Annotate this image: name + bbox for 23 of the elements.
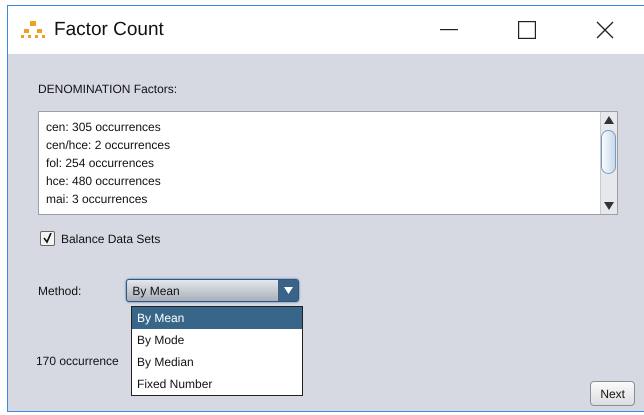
method-dropdown[interactable]: By Mean xyxy=(126,279,300,302)
caret-icon xyxy=(284,287,293,294)
maximize-icon xyxy=(518,21,536,39)
minimize-icon xyxy=(440,29,458,31)
close-icon xyxy=(596,21,614,39)
factor-line: mai: 3 occurrences xyxy=(46,191,148,208)
balance-label: Balance Data Sets xyxy=(61,232,160,246)
factors-label: DENOMINATION Factors: xyxy=(38,82,178,96)
method-label: Method: xyxy=(38,284,82,298)
factor-line: cen: 305 occurrences xyxy=(46,119,162,136)
window-title: Factor Count xyxy=(54,19,165,41)
scrollbar[interactable] xyxy=(600,112,617,214)
factors-list[interactable]: cen: 305 occurrences cen/hce: 2 occurrences fol: 254 occurrences hce: 480 occurrences mai: 3 occurrences xyxy=(38,111,618,215)
factor-line: cen/hce: 2 occurrences xyxy=(46,137,172,154)
scroll-up-icon[interactable] xyxy=(604,116,614,124)
factor-line: fol: 254 occurrences xyxy=(46,155,156,172)
result-text: 170 occurrence xyxy=(36,354,119,368)
balance-checkbox[interactable] xyxy=(40,231,55,246)
scroll-down-icon[interactable] xyxy=(604,202,614,210)
factor-line: hce: 480 occurrences xyxy=(46,173,162,190)
method-option[interactable]: By Mean xyxy=(132,307,302,329)
next-button[interactable]: Next xyxy=(590,381,635,406)
app-icon xyxy=(20,20,46,40)
